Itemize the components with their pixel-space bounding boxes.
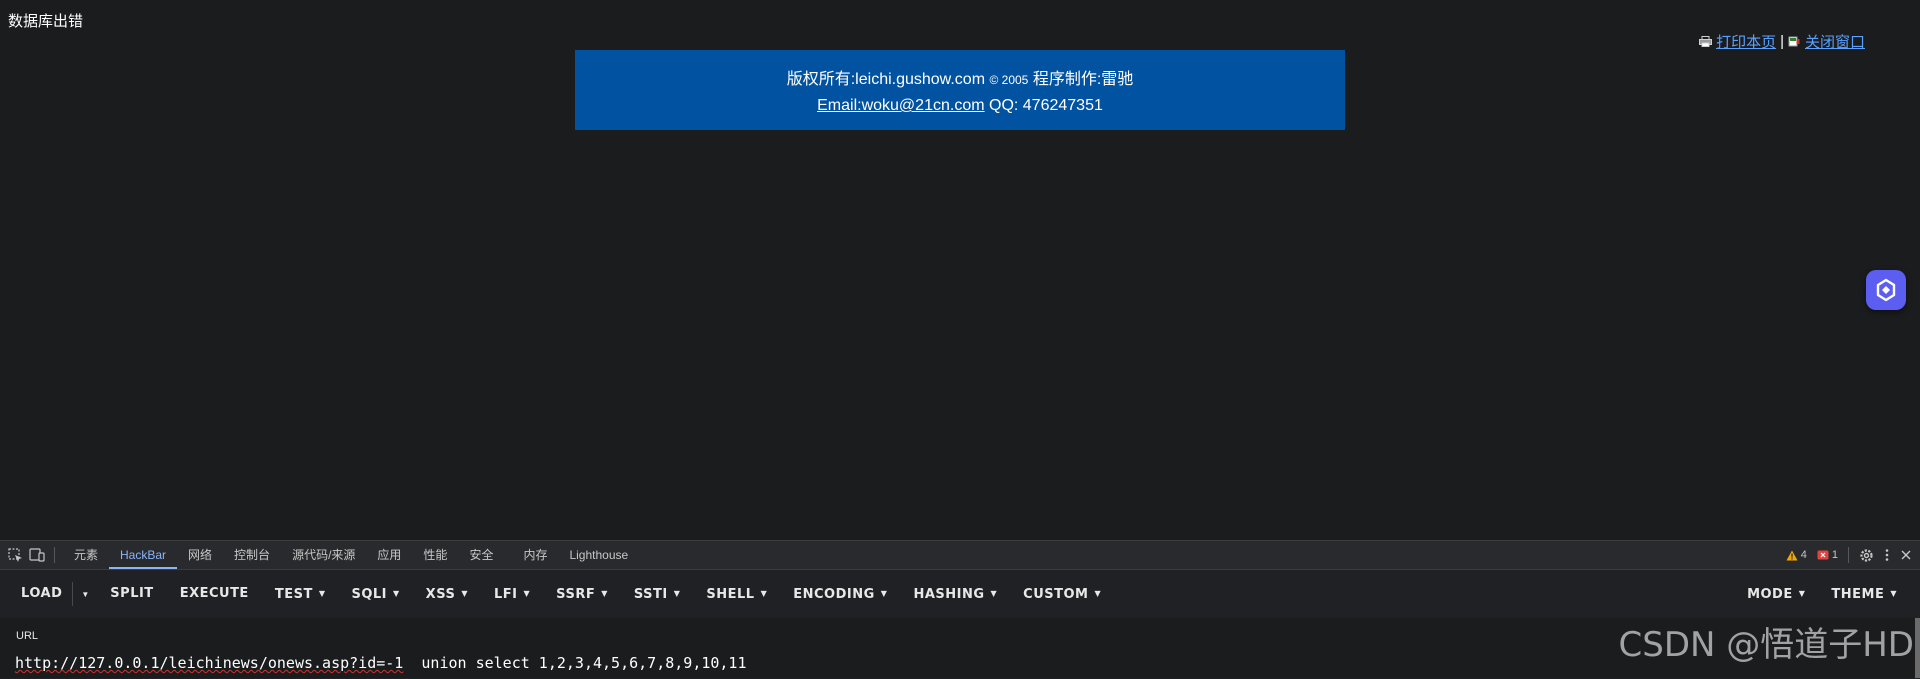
chevron-down-icon: ▼ (461, 589, 468, 598)
mode-menu-label: MODE (1747, 587, 1793, 602)
tab-memory[interactable]: 内存 (512, 541, 558, 569)
ai-assistant-button[interactable] (1866, 270, 1906, 310)
copyright-author: 程序制作:雷驰 (1032, 71, 1134, 88)
chevron-down-icon: ▼ (990, 589, 998, 598)
hackbar-right-menus: MODE ▼ THEME ▼ (1734, 570, 1910, 618)
shell-menu[interactable]: SHELL ▼ (693, 570, 780, 618)
chevron-down-icon: ▼ (1798, 589, 1806, 598)
warning-icon (1786, 550, 1798, 560)
print-page-link[interactable]: 打印本页 (1716, 31, 1776, 52)
devtools-panel: 元素 HackBar 网络 控制台 源代码/来源 应用 性能 安全 内存 Lig… (0, 540, 1920, 679)
shell-menu-label: SHELL (706, 587, 755, 602)
chevron-down-icon: ▼ (318, 589, 326, 598)
hashing-menu[interactable]: HASHING ▼ (900, 570, 1010, 618)
scrollbar[interactable] (1915, 618, 1920, 678)
custom-menu[interactable]: CUSTOM ▼ (1010, 570, 1114, 618)
error-icon (1817, 550, 1829, 560)
toolbar-divider (54, 547, 55, 563)
devtools-status-area: 4 1 (1786, 541, 1912, 569)
inspect-element-icon[interactable] (4, 541, 26, 569)
warnings-count: 4 (1800, 549, 1807, 561)
more-options-icon[interactable] (1884, 548, 1890, 562)
tab-application[interactable]: 应用 (366, 541, 412, 569)
copyright-line: 版权所有:leichi.gushow.com © 2005 程序制作:雷驰 (575, 65, 1345, 89)
close-window-icon (1788, 36, 1800, 47)
execute-button[interactable]: EXECUTE (167, 570, 262, 618)
ssti-menu[interactable]: SSTI ▼ (621, 570, 694, 618)
contact-line: Email:woku@21cn.com QQ: 476247351 (575, 97, 1345, 115)
ssti-menu-label: SSTI (633, 587, 668, 602)
tab-hackbar[interactable]: HackBar (109, 541, 178, 569)
errors-badge[interactable]: 1 (1817, 549, 1838, 561)
hashing-menu-label: HASHING (913, 587, 985, 602)
chevron-down-icon: ▼ (673, 589, 681, 598)
lfi-menu[interactable]: LFI ▼ (481, 570, 543, 618)
warnings-badge[interactable]: 4 (1786, 549, 1807, 561)
load-button[interactable]: LOAD (0, 570, 72, 618)
page-content: 数据库出错 打印本页 | 关闭窗口 版权所有:leichi.gushow.com… (0, 0, 1920, 540)
chevron-down-icon: ▼ (880, 589, 888, 598)
db-error-text: 数据库出错 (8, 13, 84, 30)
copyright-footer: 版权所有:leichi.gushow.com © 2005 程序制作:雷驰 Em… (575, 50, 1345, 130)
split-button[interactable]: SPLIT (97, 570, 166, 618)
close-icon[interactable] (1900, 549, 1912, 561)
url-main: http://127.0.0.1/leichinews/onews.asp?id… (15, 654, 404, 672)
hackbar-toolbar: LOAD ▼ SPLIT EXECUTE TEST ▼ SQLI ▼ XSS ▼ LF… (0, 570, 1920, 618)
tab-performance[interactable]: 性能 (412, 541, 458, 569)
url-payload: union select 1,2,3,4,5,6,7,8,9,10,11 (403, 654, 747, 672)
url-field[interactable]: http://127.0.0.1/leichinews/onews.asp?id… (15, 654, 747, 672)
url-label: URL (16, 630, 39, 642)
sqli-menu-label: SQLI (351, 587, 388, 602)
status-divider (1848, 547, 1849, 563)
chevron-down-icon: ▼ (601, 589, 608, 598)
copyright-year: © 2005 (989, 73, 1029, 87)
chevron-down-icon: ▼ (1094, 589, 1102, 598)
chevron-down-icon: ▼ (393, 589, 400, 598)
tab-security[interactable]: 安全 (458, 541, 504, 569)
device-toolbar-icon[interactable] (26, 541, 48, 569)
encoding-menu-label: ENCODING (793, 587, 875, 602)
xss-menu[interactable]: XSS ▼ (413, 570, 481, 618)
test-menu-label: TEST (274, 587, 313, 602)
encoding-menu[interactable]: ENCODING ▼ (780, 570, 900, 618)
ssrf-menu-label: SSRF (556, 587, 596, 602)
errors-count: 1 (1831, 549, 1838, 561)
ssrf-menu[interactable]: SSRF ▼ (543, 570, 621, 618)
xss-menu-label: XSS (425, 587, 456, 602)
sqli-menu[interactable]: SQLI ▼ (338, 570, 412, 618)
sparkle-icon (1876, 278, 1896, 302)
theme-menu-label: THEME (1831, 587, 1885, 602)
chevron-down-icon: ▼ (523, 589, 531, 598)
close-window-link[interactable]: 关闭窗口 (1805, 31, 1865, 52)
printer-icon (1699, 36, 1713, 47)
lfi-menu-label: LFI (494, 587, 518, 602)
custom-menu-label: CUSTOM (1023, 587, 1089, 602)
url-editor[interactable]: URL http://127.0.0.1/leichinews/onews.as… (0, 618, 1920, 678)
top-links: 打印本页 | 关闭窗口 (1699, 31, 1865, 52)
tab-console[interactable]: 控制台 (223, 541, 281, 569)
tab-lighthouse[interactable]: Lighthouse (558, 541, 639, 569)
tab-sources[interactable]: 源代码/来源 (281, 541, 366, 569)
devtools-tabbar: 元素 HackBar 网络 控制台 源代码/来源 应用 性能 安全 内存 Lig… (0, 541, 1920, 570)
mode-menu[interactable]: MODE ▼ (1734, 570, 1818, 618)
link-separator: | (1780, 33, 1784, 50)
chevron-down-icon: ▼ (1890, 589, 1897, 598)
email-link[interactable]: Email:woku@21cn.com (817, 97, 984, 114)
test-menu[interactable]: TEST ▼ (262, 570, 339, 618)
load-dropdown-caret[interactable]: ▼ (72, 582, 97, 606)
theme-menu[interactable]: THEME ▼ (1818, 570, 1910, 618)
qq-number: QQ: 476247351 (989, 97, 1103, 114)
tab-network[interactable]: 网络 (177, 541, 223, 569)
tab-elements[interactable]: 元素 (63, 541, 109, 569)
gear-icon[interactable] (1859, 548, 1874, 563)
chevron-down-icon: ▼ (760, 589, 768, 598)
csdn-watermark: CSDN @悟道子HD (1618, 625, 1915, 665)
copyright-owner: 版权所有:leichi.gushow.com (786, 71, 986, 88)
